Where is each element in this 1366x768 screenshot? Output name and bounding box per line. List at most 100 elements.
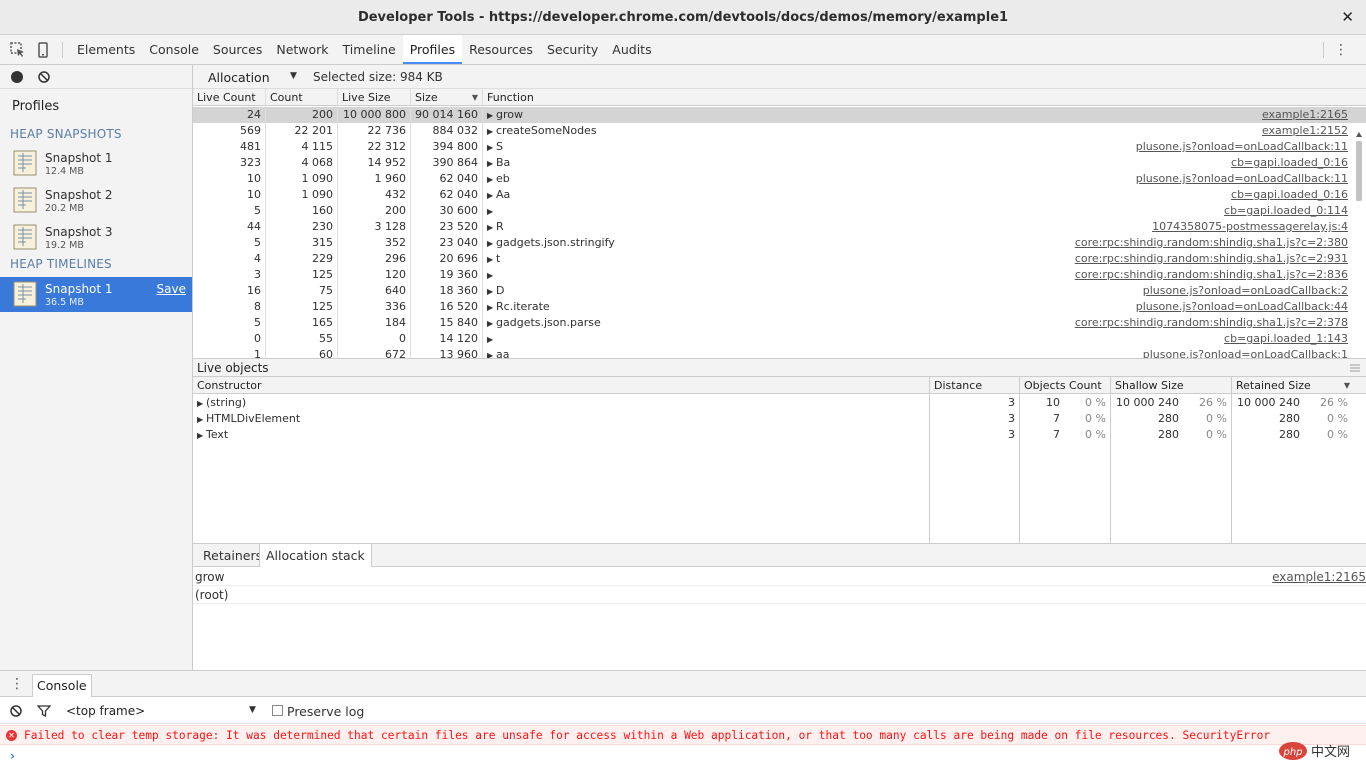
col-distance[interactable]: Distance — [930, 377, 1020, 394]
source-link[interactable]: example1:2165 — [988, 107, 1348, 123]
source-link[interactable]: cb=gapi.loaded_0:114 — [988, 203, 1348, 219]
source-link[interactable]: plusone.js?onload=onLoadCallback:11 — [988, 139, 1348, 155]
dropdown-caret-icon[interactable]: ▼ — [290, 71, 297, 81]
source-link[interactable]: cb=gapi.loaded_1:143 — [988, 331, 1348, 347]
expand-arrow-icon[interactable]: ▶ — [487, 268, 496, 283]
allocation-row[interactable]: 1 60 672 13 960 ▶ aa plusone.js?onload=onLoadC… — [193, 347, 1366, 358]
allocation-row[interactable]: 5 160 200 30 600 ▶ cb=gapi.loaded_0:114 — [193, 203, 1366, 219]
more-menu-icon[interactable]: ⋮ — [1334, 42, 1348, 58]
allocation-row[interactable]: 10 1 090 1 960 62 040 ▶ eb plusone.js?onload=o… — [193, 171, 1366, 187]
stack-frame[interactable]: (root) — [193, 586, 1366, 604]
tab-profiles[interactable]: Profiles — [402, 35, 463, 64]
dropdown-caret-icon[interactable]: ▼ — [249, 705, 256, 715]
inspect-element-icon[interactable] — [9, 41, 27, 59]
allocation-row[interactable]: 10 1 090 432 62 040 ▶ Aa cb=gapi.loaded_0:16 — [193, 187, 1366, 203]
tab-drawer-console[interactable]: Console — [32, 674, 92, 697]
source-link[interactable]: plusone.js?onload=onLoadCallback:2 — [988, 283, 1348, 299]
expand-arrow-icon[interactable]: ▶ — [487, 316, 496, 331]
allocation-row[interactable]: 323 4 068 14 952 390 864 ▶ Ba cb=gapi.loaded_0… — [193, 155, 1366, 171]
expand-arrow-icon[interactable]: ▶ — [197, 396, 206, 411]
sidebar-item-timeline-snapshot-1[interactable]: Snapshot 1 36.5 MB Save — [0, 277, 192, 312]
allocation-row[interactable]: 16 75 640 18 360 ▶ Dplusone.js?onload=onLoadC… — [193, 283, 1366, 299]
source-link[interactable]: core:rpc:shindig.random:shindig.sha1.js?… — [988, 267, 1348, 283]
allocation-grid-scrollbar[interactable] — [1355, 131, 1363, 358]
context-select[interactable]: <top frame> — [66, 704, 145, 718]
expand-arrow-icon[interactable]: ▶ — [487, 252, 496, 267]
source-link[interactable]: core:rpc:shindig.random:shindig.sha1.js?… — [988, 235, 1348, 251]
expand-arrow-icon[interactable]: ▶ — [487, 332, 496, 347]
col-function[interactable]: Function — [483, 89, 1352, 106]
expand-arrow-icon[interactable]: ▶ — [197, 428, 206, 443]
expand-arrow-icon[interactable]: ▶ — [487, 220, 496, 235]
allocation-row[interactable]: 3 125 120 19 360 ▶ core:rpc:shindig.random:sh… — [193, 267, 1366, 283]
sidebar-item-snapshot-3[interactable]: Snapshot 3 19.2 MB — [0, 220, 192, 255]
tab-timeline[interactable]: Timeline — [336, 35, 403, 64]
tab-elements[interactable]: Elements — [70, 35, 142, 64]
expand-arrow-icon[interactable]: ▶ — [487, 284, 496, 299]
expand-arrow-icon[interactable]: ▶ — [487, 140, 496, 155]
resize-grip-icon[interactable] — [1350, 363, 1360, 373]
device-mode-icon[interactable] — [34, 41, 52, 59]
col-live-count[interactable]: Live Count — [193, 89, 266, 106]
allocation-row[interactable]: 44 230 3 128 23 520 ▶ R 1074358075-postmessage… — [193, 219, 1366, 235]
allocation-row[interactable]: 481 4 115 22 312 394 800 ▶ Splusone.js?onload… — [193, 139, 1366, 155]
source-link[interactable]: plusone.js?onload=onLoadCallback:44 — [988, 299, 1348, 315]
stack-frame[interactable]: grow example1:2165 — [193, 568, 1366, 586]
source-link[interactable]: core:rpc:shindig.random:shindig.sha1.js?… — [988, 315, 1348, 331]
expand-arrow-icon[interactable]: ▶ — [487, 236, 496, 251]
expand-arrow-icon[interactable]: ▶ — [487, 172, 496, 187]
col-live-size[interactable]: Live Size — [338, 89, 411, 106]
allocation-row[interactable]: 569 22 201 22 736 884 032 ▶ createSomeNodes ex… — [193, 123, 1366, 139]
allocation-row[interactable]: 5 315 352 23 040 ▶ gadgets.json.stringify core… — [193, 235, 1366, 251]
source-link[interactable]: core:rpc:shindig.random:shindig.sha1.js?… — [988, 251, 1348, 267]
preserve-log-checkbox[interactable] — [272, 705, 283, 716]
source-link[interactable]: cb=gapi.loaded_0:16 — [988, 155, 1348, 171]
expand-arrow-icon[interactable]: ▶ — [487, 124, 496, 139]
allocation-row[interactable]: 5 165 184 15 840 ▶ gadgets.json.parse core:rpc… — [193, 315, 1366, 331]
tab-console[interactable]: Console — [142, 35, 206, 64]
clear-all-icon[interactable] — [38, 71, 50, 83]
source-link[interactable]: plusone.js?onload=onLoadCallback:11 — [988, 171, 1348, 187]
expand-arrow-icon[interactable]: ▶ — [487, 348, 496, 358]
tab-security[interactable]: Security — [540, 35, 605, 64]
col-objects-count[interactable]: Objects Count — [1020, 377, 1111, 394]
tab-sources[interactable]: Sources — [206, 35, 269, 64]
allocation-row[interactable]: 0 55 0 14 120 ▶ cb=gapi.loaded_1:143 — [193, 331, 1366, 347]
expand-arrow-icon[interactable]: ▶ — [487, 156, 496, 171]
save-snapshot-link[interactable]: Save — [157, 282, 186, 296]
record-icon[interactable] — [11, 71, 23, 83]
expand-arrow-icon[interactable]: ▶ — [487, 300, 496, 315]
clear-console-icon[interactable] — [10, 705, 22, 717]
col-constructor[interactable]: Constructor — [193, 377, 930, 394]
col-count[interactable]: Count — [266, 89, 338, 106]
col-shallow-size[interactable]: Shallow Size — [1111, 377, 1232, 394]
source-link[interactable]: plusone.js?onload=onLoadCallback:1 — [988, 347, 1348, 358]
allocation-row[interactable]: 24 200 10 000 800 90 014 160 ▶ grow example1:2… — [193, 107, 1366, 123]
filter-icon[interactable] — [37, 705, 51, 717]
live-object-row[interactable]: ▶ Text 3 7 0 % 280 0 % 280 0 % — [193, 427, 1366, 443]
expand-arrow-icon[interactable]: ▶ — [197, 412, 206, 427]
live-object-row[interactable]: ▶ HTMLDivElement 3 7 0 % 280 0 % 280 0 % — [193, 411, 1366, 427]
tab-network[interactable]: Network — [269, 35, 335, 64]
tab-allocation-stack[interactable]: Allocation stack — [259, 544, 372, 567]
console-prompt-icon[interactable]: › — [10, 749, 15, 763]
sidebar-item-snapshot-2[interactable]: Snapshot 2 20.2 MB — [0, 183, 192, 218]
source-link[interactable]: example1:2152 — [988, 123, 1348, 139]
tab-resources[interactable]: Resources — [462, 35, 540, 64]
allocation-row[interactable]: 4 229 296 20 696 ▶ t core:rpc:shindig.random:s… — [193, 251, 1366, 267]
sidebar-item-snapshot-1[interactable]: Snapshot 1 12.4 MB — [0, 146, 192, 181]
col-size[interactable]: Size ▼ — [411, 89, 483, 106]
tab-retainers[interactable]: Retainers — [197, 544, 268, 567]
tab-audits[interactable]: Audits — [605, 35, 658, 64]
expand-arrow-icon[interactable]: ▶ — [487, 108, 496, 123]
drawer-menu-icon[interactable]: ⋮ — [10, 676, 24, 692]
allocation-row[interactable]: 8 125 336 16 520 ▶ Rc.iterate plusone.js?onloa… — [193, 299, 1366, 315]
source-link[interactable]: 1074358075-postmessagerelay.js:4 — [988, 219, 1348, 235]
close-window-icon[interactable]: ✕ — [1341, 8, 1354, 26]
stack-source-link[interactable]: example1:2165 — [1066, 568, 1366, 586]
source-link[interactable]: cb=gapi.loaded_0:16 — [988, 187, 1348, 203]
perspective-select[interactable]: Allocation — [208, 70, 270, 85]
live-object-row[interactable]: ▶ (string) 3 10 0 % 10 000 240 26 % 10 000 240 2… — [193, 395, 1366, 411]
col-retained-size[interactable]: Retained Size ▼ — [1232, 377, 1366, 394]
expand-arrow-icon[interactable]: ▶ — [487, 204, 496, 219]
